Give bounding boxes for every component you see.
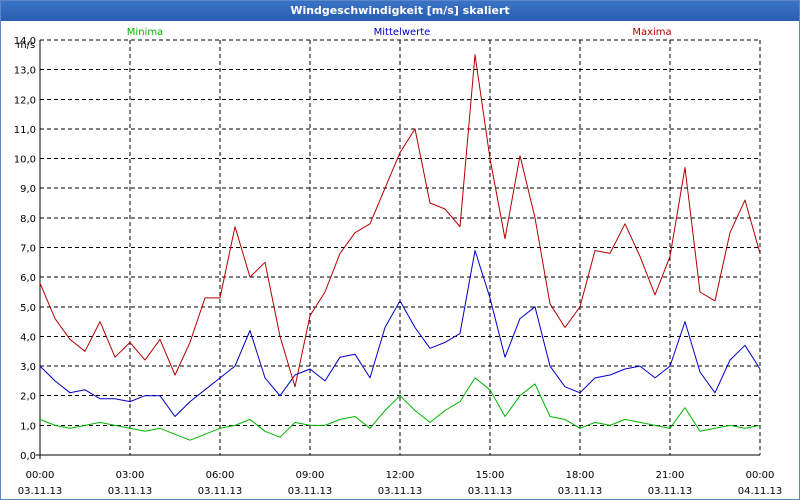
x-tick-date: 03.11.13 [18, 486, 63, 497]
y-tick-label: 5,0 [20, 303, 36, 314]
y-tick-label: 11,0 [14, 125, 36, 136]
x-tick-time: 00:00 [26, 470, 55, 481]
x-tick-time: 06:00 [206, 470, 235, 481]
y-tick-label: 9,0 [20, 184, 36, 195]
y-tick-label: 2,0 [20, 392, 36, 403]
x-tick-time: 09:00 [296, 470, 325, 481]
y-tick-label: 0,0 [20, 451, 36, 462]
y-tick-label: 3,0 [20, 362, 36, 373]
legend-item: Mittelwerte [374, 27, 431, 38]
x-tick-date: 03.11.13 [648, 486, 693, 497]
x-tick-date: 03.11.13 [468, 486, 513, 497]
series-line-minima [39, 377, 761, 441]
y-tick-labels: 0,0 1,0 2,0 3,0 4,0 5,0 6,0 7,0 8,0 9,0 10,0 11,0 12… [14, 36, 36, 462]
y-tick-label: 4,0 [20, 332, 36, 343]
x-tick-time: 21:00 [656, 470, 685, 481]
x-tick-date: 03.11.13 [198, 486, 243, 497]
x-tick-time: 00:00 [746, 470, 775, 481]
legend-item: Minima [127, 27, 163, 38]
legend-item: Maxima [632, 27, 671, 38]
x-tick-time: 18:00 [566, 470, 595, 481]
x-tick-date: 03.11.13 [108, 486, 153, 497]
y-tick-label: 12,0 [14, 95, 36, 106]
x-tick-date: 03.11.13 [378, 486, 423, 497]
y-tick-label: 1,0 [20, 421, 36, 432]
y-tick-label: 8,0 [20, 214, 36, 225]
x-tick-date: 03.11.13 [288, 486, 333, 497]
y-tick-label: 10,0 [14, 155, 36, 166]
x-tick-date: 04.11.13 [738, 486, 783, 497]
x-tick-time: 12:00 [386, 470, 415, 481]
x-tick-time: 03:00 [116, 470, 145, 481]
x-tick-time: 15:00 [476, 470, 505, 481]
x-tick-labels: 00:00 03.11.13 03:00 03.11.13 06:00 03.11.13 0… [18, 470, 783, 497]
legend: Minima Mittelwerte Maxima [127, 27, 672, 38]
y-tick-label: 14,0 [14, 36, 36, 47]
y-tick-label: 13,0 [14, 66, 36, 77]
line-chart: m/s Minima Mittelwerte Maxima 0,01,02,03,0… [14, 27, 783, 497]
grid [39, 39, 761, 456]
x-tick-date: 03.11.13 [558, 486, 603, 497]
y-tick-label: 7,0 [20, 244, 36, 255]
y-tick-label: 6,0 [20, 273, 36, 284]
